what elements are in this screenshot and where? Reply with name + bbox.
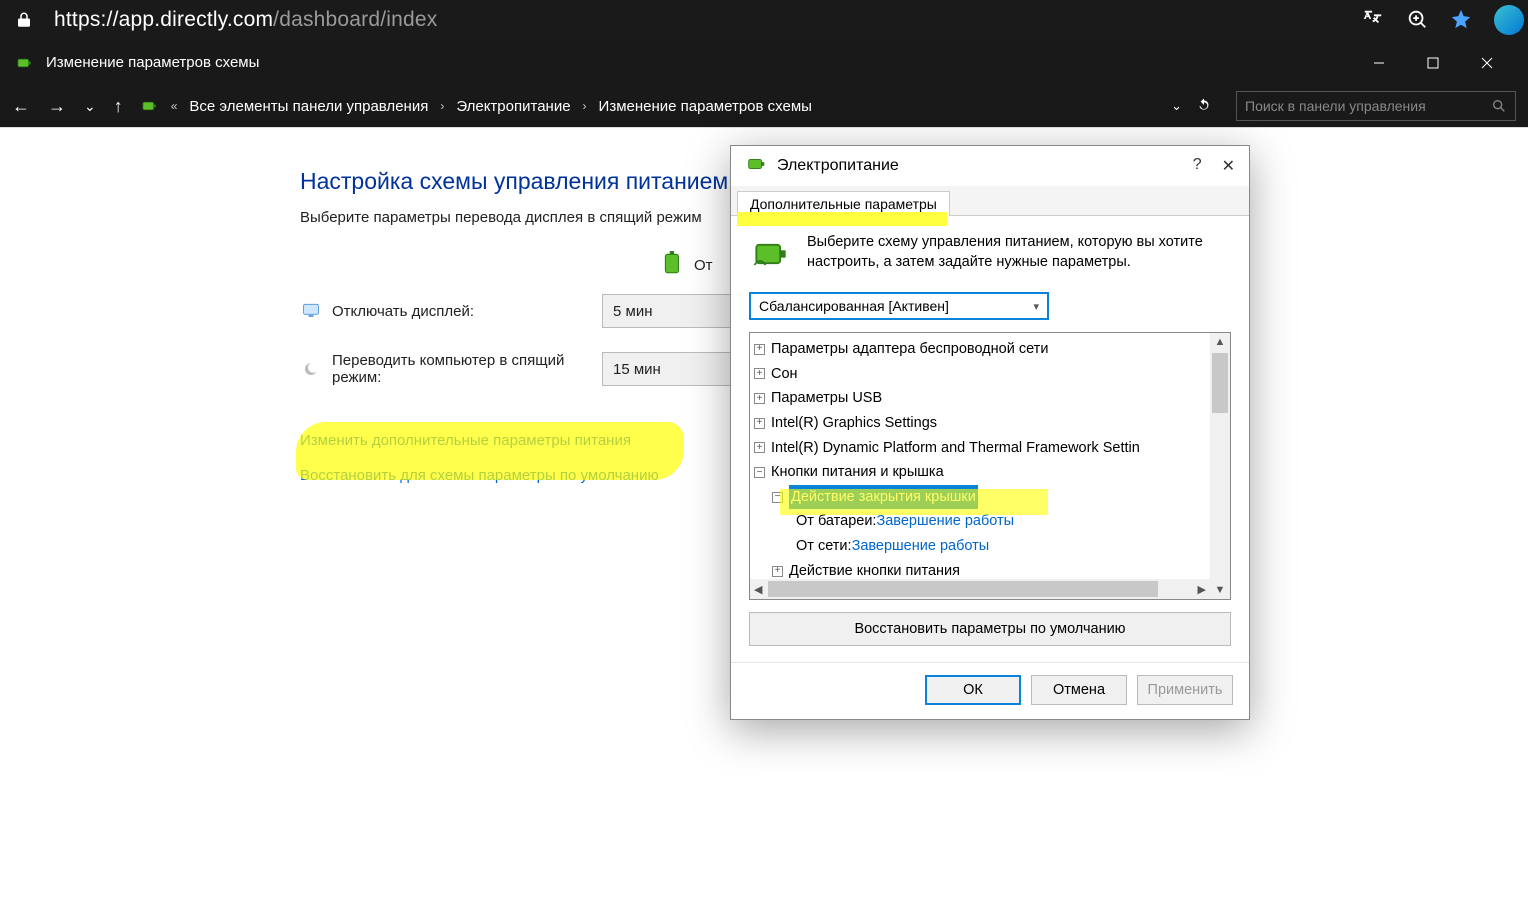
breadcrumb-root[interactable]: Все элементы панели управления — [189, 98, 428, 115]
scroll-down-icon[interactable]: ▼ — [1215, 581, 1226, 599]
dialog-close-icon[interactable]: ✕ — [1222, 156, 1235, 176]
battery-column-icon — [660, 250, 686, 280]
back-arrow-icon[interactable]: ← — [12, 96, 30, 117]
scroll-thumb[interactable] — [768, 581, 1158, 597]
chevron-down-icon: ▾ — [1033, 300, 1039, 313]
chevron-right-icon: › — [583, 99, 587, 113]
tree-item-on-battery[interactable]: От батареи: Завершение работы — [754, 509, 1226, 534]
chevron-right-icon: › — [440, 99, 444, 113]
tree-item-plugged-in[interactable]: От сети: Завершение работы — [754, 534, 1226, 559]
favorite-star-icon[interactable] — [1450, 8, 1472, 33]
turn-off-display-value: 5 мин — [613, 303, 653, 320]
scroll-right-icon[interactable]: ▶ — [1194, 583, 1210, 596]
scroll-up-icon[interactable]: ▲ — [1215, 333, 1226, 351]
translate-icon[interactable] — [1362, 8, 1384, 33]
row-turn-off-display-label: Отключать дисплей: — [332, 303, 602, 320]
url-text[interactable]: https://app.directly.com/dashboard/index — [54, 8, 438, 32]
scroll-thumb[interactable] — [1212, 353, 1228, 413]
scroll-left-icon[interactable]: ◀ — [750, 583, 766, 596]
monitor-icon — [300, 300, 322, 322]
restore-defaults-link[interactable]: Восстановить для схемы параметры по умол… — [300, 467, 659, 484]
forward-arrow-icon[interactable]: → — [48, 96, 66, 117]
horizontal-scrollbar[interactable]: ◀ ▶ — [750, 579, 1210, 599]
power-scheme-value: Сбалансированная [Активен] — [759, 298, 949, 314]
recent-pages-chevron-icon[interactable]: ⌄ — [84, 98, 96, 115]
breadcrumb[interactable]: « Все элементы панели управления › Элект… — [133, 91, 1226, 121]
refresh-icon[interactable] — [1196, 97, 1212, 116]
minimize-button[interactable] — [1352, 40, 1406, 85]
tree-item[interactable]: +Intel(R) Graphics Settings — [754, 411, 1226, 436]
dialog-tabstrip: Дополнительные параметры — [731, 186, 1249, 216]
cancel-button[interactable]: Отмена — [1031, 675, 1127, 705]
settings-tree: +Параметры адаптера беспроводной сети +С… — [749, 332, 1231, 600]
url-path: /dashboard/index — [273, 8, 437, 31]
url-host: https://app.directly.com — [54, 8, 273, 31]
browser-address-bar: https://app.directly.com/dashboard/index — [0, 0, 1528, 40]
moon-icon — [300, 358, 322, 380]
sleep-value: 15 мин — [613, 361, 661, 378]
tab-advanced-settings[interactable]: Дополнительные параметры — [737, 191, 950, 216]
battery-breadcrumb-icon — [139, 96, 159, 116]
row-sleep-label: Переводить компьютер в спящий режим: — [332, 352, 602, 386]
vertical-scrollbar[interactable]: ▲ ▼ — [1210, 333, 1230, 599]
profile-avatar[interactable] — [1494, 5, 1524, 35]
search-placeholder: Поиск в панели управления — [1245, 98, 1491, 114]
battery-app-icon — [14, 53, 34, 73]
lock-icon — [14, 10, 34, 30]
control-panel-search[interactable]: Поиск в панели управления — [1236, 91, 1516, 121]
apply-button[interactable]: Применить — [1137, 675, 1233, 705]
nav-bar: ← → ⌄ ↑ « Все элементы панели управления… — [0, 85, 1528, 127]
help-icon[interactable]: ? — [1193, 156, 1202, 176]
power-options-dialog: Электропитание ? ✕ Дополнительные параме… — [730, 145, 1250, 720]
breadcrumb-mid[interactable]: Электропитание — [456, 98, 570, 115]
tree-item-lid-close-action[interactable]: −Действие закрытия крышки — [754, 485, 1226, 510]
window-title-bar: Изменение параметров схемы — [0, 40, 1528, 85]
tree-item-expanded[interactable]: −Кнопки питания и крышка — [754, 460, 1226, 485]
up-arrow-icon[interactable]: ↑ — [114, 96, 123, 117]
restore-defaults-button[interactable]: Восстановить параметры по умолчанию — [749, 612, 1231, 646]
tree-item[interactable]: +Параметры USB — [754, 386, 1226, 411]
search-icon — [1491, 98, 1507, 114]
window-title: Изменение параметров схемы — [46, 54, 259, 71]
tree-item[interactable]: +Параметры адаптера беспроводной сети — [754, 337, 1226, 362]
maximize-button[interactable] — [1406, 40, 1460, 85]
power-dialog-icon — [745, 153, 767, 180]
breadcrumb-dropdown-icon[interactable]: ⌄ — [1171, 98, 1182, 114]
dialog-instructions: Выберите схему управления питанием, кото… — [807, 232, 1231, 273]
tree-item[interactable]: +Сон — [754, 362, 1226, 387]
battery-column-label: От — [694, 257, 713, 274]
tree-item[interactable]: +Intel(R) Dynamic Platform and Thermal F… — [754, 436, 1226, 461]
close-button[interactable] — [1460, 40, 1514, 85]
power-plan-big-icon — [749, 232, 793, 276]
breadcrumb-leaf[interactable]: Изменение параметров схемы — [599, 98, 812, 115]
zoom-icon[interactable] — [1406, 8, 1428, 33]
ok-button[interactable]: ОК — [925, 675, 1021, 705]
dialog-title: Электропитание — [777, 157, 899, 175]
power-scheme-select[interactable]: Сбалансированная [Активен] ▾ — [749, 292, 1049, 320]
dialog-title-bar: Электропитание ? ✕ — [731, 146, 1249, 186]
advanced-power-settings-link[interactable]: Изменить дополнительные параметры питани… — [300, 432, 631, 449]
chevron-left-icon: « — [171, 99, 178, 113]
